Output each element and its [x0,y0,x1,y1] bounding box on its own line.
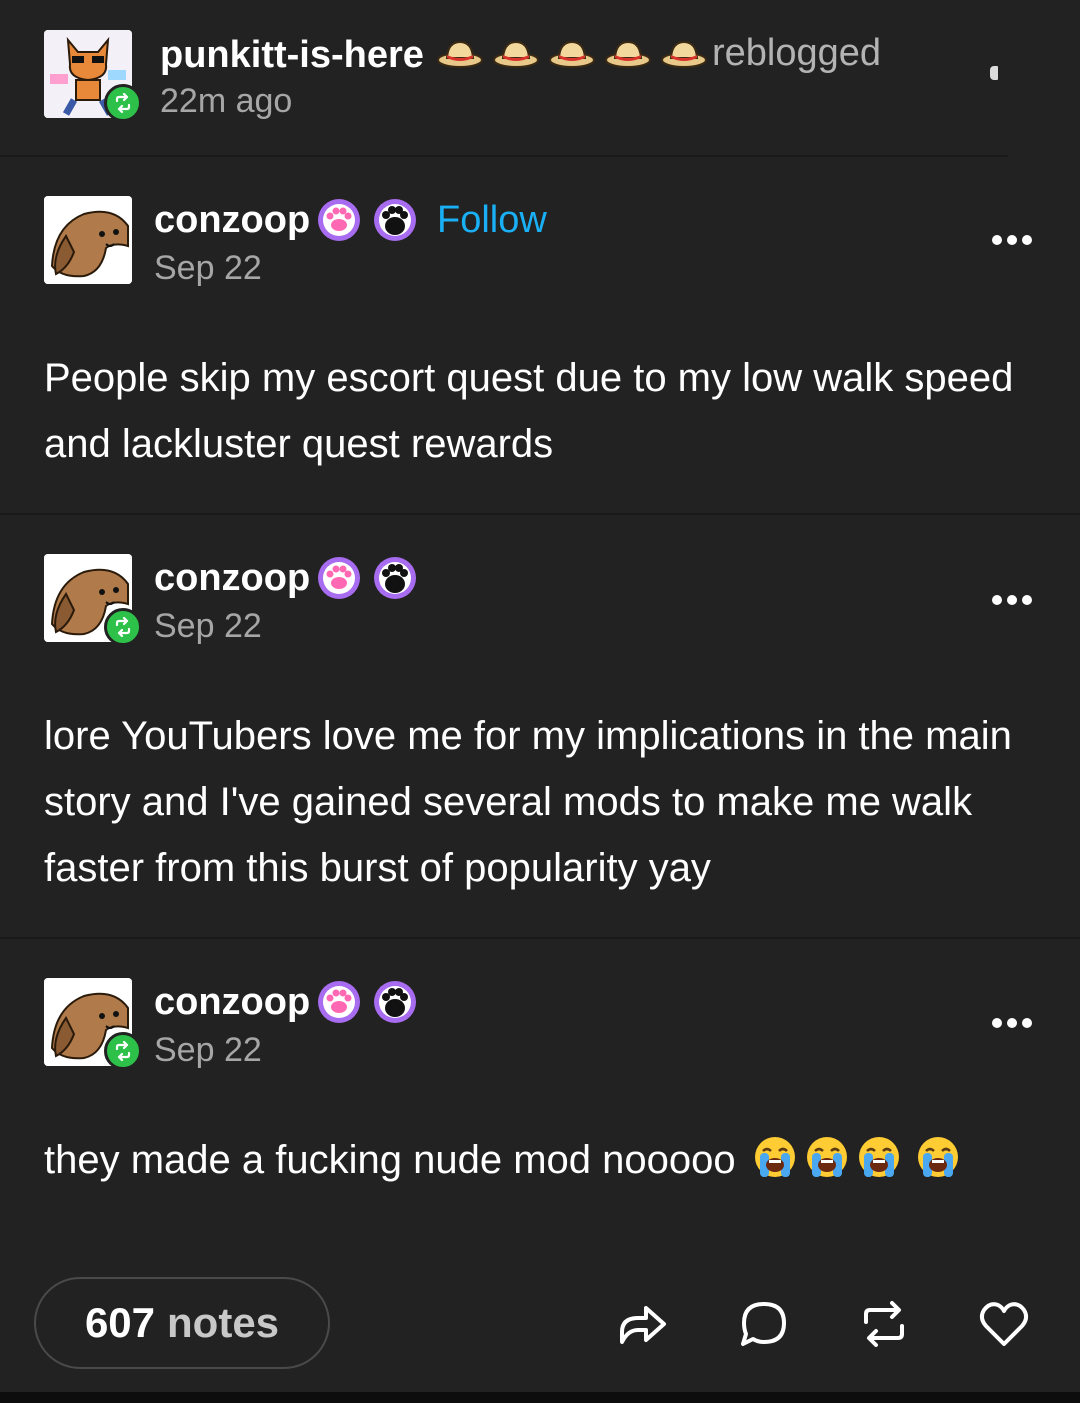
reblog-header: punkitt-is-here reblogged 22m ago [0,0,1080,157]
bottom-edge [0,1392,1080,1403]
share-icon[interactable] [614,1296,670,1352]
reblog-badge-icon [104,84,142,122]
paw-badge-black-icon [372,979,418,1025]
post-text: they made a fucking nude mod nooooo [44,1138,736,1182]
post-date: Sep 22 [154,1031,262,1069]
notes-button[interactable]: 607 notes [34,1277,330,1369]
like-icon[interactable] [976,1296,1032,1352]
author-username[interactable]: conzoop [154,199,310,242]
reblog-time: 22m ago [160,82,293,120]
more-options-icon[interactable] [992,1018,1032,1028]
author-badges [316,979,418,1025]
reblogger-username[interactable]: punkitt-is-here [160,34,424,77]
follow-button[interactable]: Follow [437,199,547,242]
paw-badge-pink-icon [316,555,362,601]
more-options-icon[interactable] [992,235,1032,245]
author-avatar[interactable] [44,196,132,284]
post-text: People skip my escort quest due to my lo… [44,356,1014,466]
post-text: lore YouTubers love me for my implicatio… [44,714,1012,890]
reblogger-badges [436,36,708,70]
post-text-block: they made a fucking nude mod nooooo [44,1127,1034,1193]
more-options-icon[interactable] [992,595,1032,605]
trail-post: conzoop Sep 22 lore YouTubers love me fo… [0,515,1080,939]
loudly-crying-face-icon [751,1133,799,1181]
author-badges [316,197,418,243]
author-badges [316,555,418,601]
paw-badge-pink-icon [316,197,362,243]
author-username[interactable]: conzoop [154,557,310,600]
post-card: punkitt-is-here reblogged 22m ago conzoo… [0,0,1080,1403]
reblog-badge-icon [104,1032,142,1070]
post-date: Sep 22 [154,607,262,645]
loudly-crying-face-icon [914,1133,962,1181]
loudly-crying-face-icon [803,1133,851,1181]
scroll-indicator [990,66,998,80]
straw-hat-icon [660,36,708,70]
notes-label: notes [167,1299,280,1346]
reblogged-label: reblogged [712,32,882,74]
post-date: Sep 22 [154,249,262,287]
straw-hat-icon [548,36,596,70]
reply-icon[interactable] [736,1296,792,1352]
trail-post: conzoop Follow Sep 22 People skip my esc… [0,157,1080,515]
paw-badge-black-icon [372,197,418,243]
straw-hat-icon [604,36,652,70]
paw-badge-pink-icon [316,979,362,1025]
loudly-crying-face-icon [855,1133,903,1181]
reblog-icon[interactable] [856,1296,912,1352]
author-username[interactable]: conzoop [154,981,310,1024]
straw-hat-icon [492,36,540,70]
paw-badge-black-icon [372,555,418,601]
trail-post: conzoop Sep 22 they made a fucking nude … [0,939,1080,1269]
straw-hat-icon [436,36,484,70]
reblog-badge-icon [104,608,142,646]
notes-count: 607 [84,1299,156,1346]
